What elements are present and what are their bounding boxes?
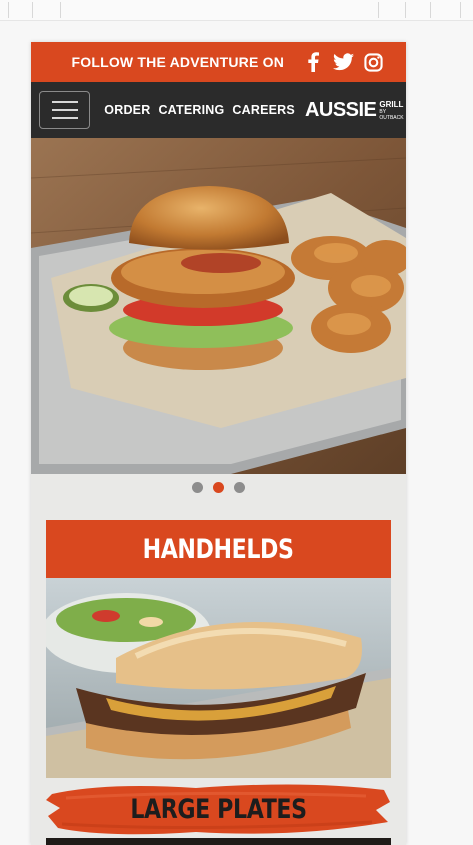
- ruler-tick: [460, 2, 461, 18]
- logo-grill-text: GRILL: [379, 99, 404, 109]
- ruler-tick: [405, 2, 406, 18]
- nav-link-careers[interactable]: CAREERS: [232, 103, 295, 117]
- carousel-dot[interactable]: [192, 481, 203, 493]
- mobile-page: FOLLOW THE ADVENTURE ON ORDER CATERING C…: [31, 42, 406, 845]
- ruler-tick: [8, 2, 9, 18]
- hamburger-line: [51, 101, 78, 103]
- large-plates-photo[interactable]: [46, 838, 391, 845]
- ruler-tick: [32, 2, 33, 18]
- logo-subtext: GRILL BY OUTBACK: [379, 100, 406, 121]
- main-nav: ORDER CATERING CAREERS AUSSIE GRILL BY O…: [31, 82, 406, 138]
- ruler-tick: [378, 2, 379, 18]
- cheesesteak-photo: [46, 578, 391, 778]
- menu-category-large-plates[interactable]: LARGE PLATES: [46, 780, 391, 845]
- social-follow-text: FOLLOW THE ADVENTURE ON: [71, 54, 284, 70]
- carousel-dot-active[interactable]: [213, 481, 224, 493]
- aussie-grill-logo[interactable]: AUSSIE GRILL BY OUTBACK: [305, 99, 406, 122]
- browser-ruler: [0, 0, 473, 21]
- handhelds-photo[interactable]: [46, 578, 391, 778]
- nav-links: ORDER CATERING CAREERS: [104, 103, 303, 117]
- hamburger-line: [51, 109, 78, 111]
- menu-toggle-button[interactable]: [39, 91, 91, 129]
- nav-link-order[interactable]: ORDER: [104, 103, 150, 117]
- ruler-tick: [430, 2, 431, 18]
- carousel-indicators: [31, 474, 406, 500]
- category-title: LARGE PLATES: [130, 793, 307, 825]
- hero-carousel-image[interactable]: [31, 138, 406, 474]
- hamburger-line: [51, 117, 78, 119]
- category-title: HANDHELDS: [143, 533, 294, 565]
- logo-wordmark: AUSSIE: [304, 98, 377, 121]
- carousel-dot[interactable]: [234, 481, 245, 493]
- category-header: HANDHELDS: [46, 520, 391, 578]
- logo-by-text: BY OUTBACK: [379, 108, 404, 121]
- nav-link-catering[interactable]: CATERING: [158, 103, 224, 117]
- chicken-sandwich-photo: [31, 138, 406, 474]
- menu-category-handhelds[interactable]: HANDHELDS: [46, 520, 391, 778]
- ruler-tick: [60, 2, 61, 18]
- category-header: LARGE PLATES: [46, 780, 391, 838]
- instagram-icon[interactable]: [362, 51, 384, 73]
- facebook-icon[interactable]: [302, 51, 324, 73]
- social-bar: FOLLOW THE ADVENTURE ON: [31, 42, 406, 82]
- twitter-icon[interactable]: [332, 51, 354, 73]
